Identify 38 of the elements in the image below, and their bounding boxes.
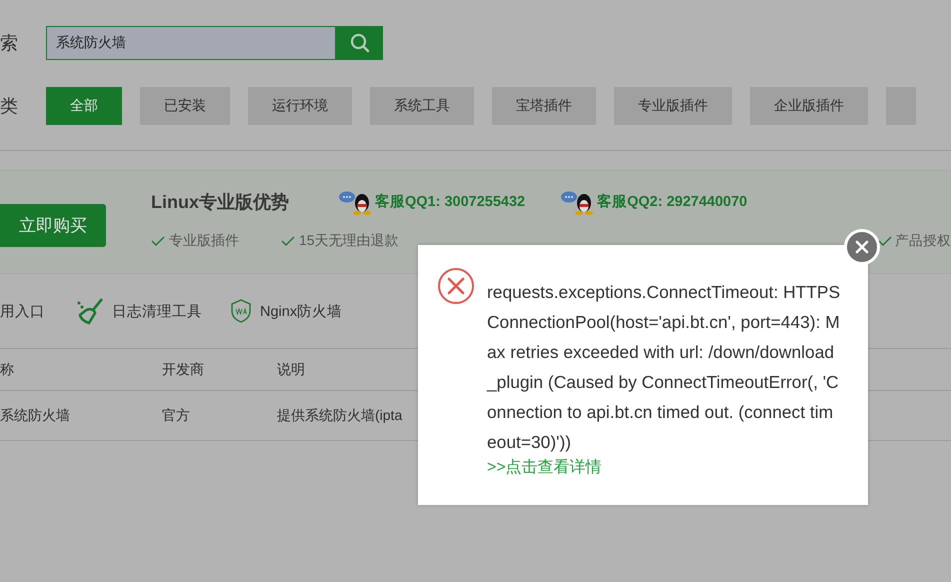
column-header: 说明	[277, 360, 305, 378]
category-tab[interactable]: 全部	[46, 87, 122, 125]
waf-shield-icon	[230, 299, 252, 323]
promo-title: Linux专业版优势	[151, 190, 290, 214]
category-tab[interactable]: 专业版插件	[614, 87, 732, 125]
check-icon	[878, 236, 892, 246]
close-icon	[855, 240, 869, 254]
tool-link[interactable]: Nginx防火墙	[260, 302, 342, 320]
qq-chat-icon	[338, 188, 374, 214]
details-link[interactable]: >>点击查看详情	[487, 457, 841, 478]
category-tab[interactable]: 已安装	[140, 87, 230, 125]
table-cell: 官方	[162, 406, 190, 424]
table-cell: 提供系统防火墙(ipta	[277, 406, 402, 424]
check-icon	[281, 236, 295, 246]
buy-button[interactable]: 立即购买	[0, 204, 106, 247]
search-icon	[350, 33, 370, 53]
category-tab[interactable]: 宝塔插件	[492, 87, 596, 125]
feature-label: 15天无理由退款	[299, 232, 399, 250]
category-tab[interactable]: 系统工具	[370, 87, 474, 125]
category-tab[interactable]: 企业版插件	[750, 87, 868, 125]
qq-contact: 客服QQ2: 2927440070	[597, 192, 748, 211]
feature-label: 产品授权	[895, 232, 951, 250]
search-field[interactable]: 系统防火墙	[46, 26, 336, 60]
column-header: 开发商	[162, 360, 204, 378]
tool-link[interactable]: 日志清理工具	[112, 302, 202, 320]
category-tab[interactable]: 运行环境	[248, 87, 352, 125]
check-icon	[151, 236, 165, 246]
error-message: requests.exceptions.ConnectTimeout: HTTPSConnectionPool(host='api.bt.cn', port=443): Max retries exceeded with url: /down/download_plugin (Caused by ConnectTimeoutError(, 'Connection to api.bt.cn timed out. (connect timeout=30)'))	[487, 281, 841, 454]
column-header: 称	[0, 360, 14, 378]
category-label: 类	[0, 95, 19, 118]
search-label: 索	[0, 32, 19, 55]
search-button[interactable]	[336, 26, 383, 60]
qq-contact: 客服QQ1: 3007255432	[375, 192, 526, 211]
error-icon	[437, 267, 475, 305]
broom-icon	[77, 298, 104, 324]
feature-label: 专业版插件	[169, 232, 239, 250]
table-cell: 系统防火墙	[0, 406, 70, 424]
tool-link[interactable]: 用入口	[0, 302, 45, 320]
